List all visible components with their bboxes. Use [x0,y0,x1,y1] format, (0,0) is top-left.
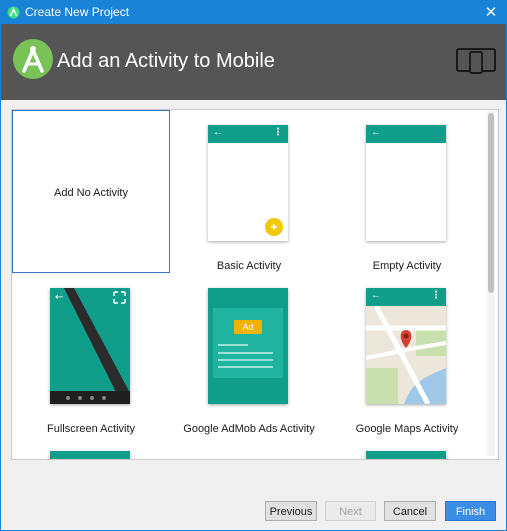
tile-label: Google AdMob Ads Activity [183,423,315,435]
back-arrow-icon: ← [371,290,381,301]
tile-label: Basic Activity [216,260,282,272]
android-studio-logo [13,39,53,79]
activity-preview-partial [366,451,446,459]
next-button[interactable]: Next [325,501,376,521]
tile-basic-activity[interactable]: ← ⋮ + Basic Activity [170,110,328,273]
app-bar: ← ⋮ [366,288,446,306]
activity-preview: ← ⋮ + [208,125,288,241]
fab-plus-icon: + [265,218,283,236]
back-arrow-icon: ← [371,127,381,138]
tile-label: Google Maps Activity [355,423,459,435]
svg-text:←: ← [55,292,63,303]
window-title: Create New Project [25,5,130,19]
back-arrow-icon: ← [213,127,223,138]
tile-maps-activity[interactable]: ← ⋮ Google Maps Activity [328,273,486,436]
android-studio-icon [7,6,20,19]
form-factor-icon [456,48,496,74]
scrollbar-thumb[interactable] [488,113,494,293]
tile-label: Empty Activity [372,260,442,272]
page-title: Add an Activity to Mobile [57,50,275,72]
activity-preview: Ad [208,288,288,404]
tile-admob-activity[interactable]: Ad Google AdMob Ads Activity [170,273,328,436]
tile-label: Fullscreen Activity [46,423,136,435]
fullscreen-illustration: ← [50,288,130,404]
activity-preview: ← [50,288,130,404]
ad-badge: Ad [234,320,262,334]
text-line [218,344,248,346]
app-bar: ← ⋮ [208,125,288,143]
tile-fullscreen-activity[interactable]: ← Fullscreen Activity [12,273,170,436]
tile-empty-activity[interactable]: ← Empty Activity [328,110,486,273]
activity-preview-partial [50,451,130,459]
text-line [218,359,273,361]
tile-label: Add No Activity [54,187,128,199]
wizard-header: Add an Activity to Mobile [1,24,506,100]
title-bar: Create New Project ✕ [1,1,506,24]
dialog-window: Create New Project ✕ Add an Activity to … [0,0,507,531]
button-bar: Previous Next Cancel Finish [1,461,506,530]
overflow-menu-icon: ⋮ [273,127,283,138]
text-line [218,352,273,354]
app-bar: ← [366,125,446,143]
activity-preview: ← ⋮ [366,288,446,404]
overflow-menu-icon: ⋮ [431,290,441,301]
text-line [218,366,273,368]
close-button[interactable]: ✕ [476,1,506,24]
activity-preview: ← [366,125,446,241]
tile-add-no-activity[interactable]: Add No Activity [12,110,170,273]
finish-button[interactable]: Finish [445,501,496,521]
activity-gallery: Add No Activity ← ⋮ + Basic Activity ← E… [11,109,499,460]
vertical-scrollbar[interactable] [487,111,495,456]
previous-button[interactable]: Previous [265,501,317,521]
ad-card: Ad [213,308,283,378]
cancel-button[interactable]: Cancel [384,501,436,521]
